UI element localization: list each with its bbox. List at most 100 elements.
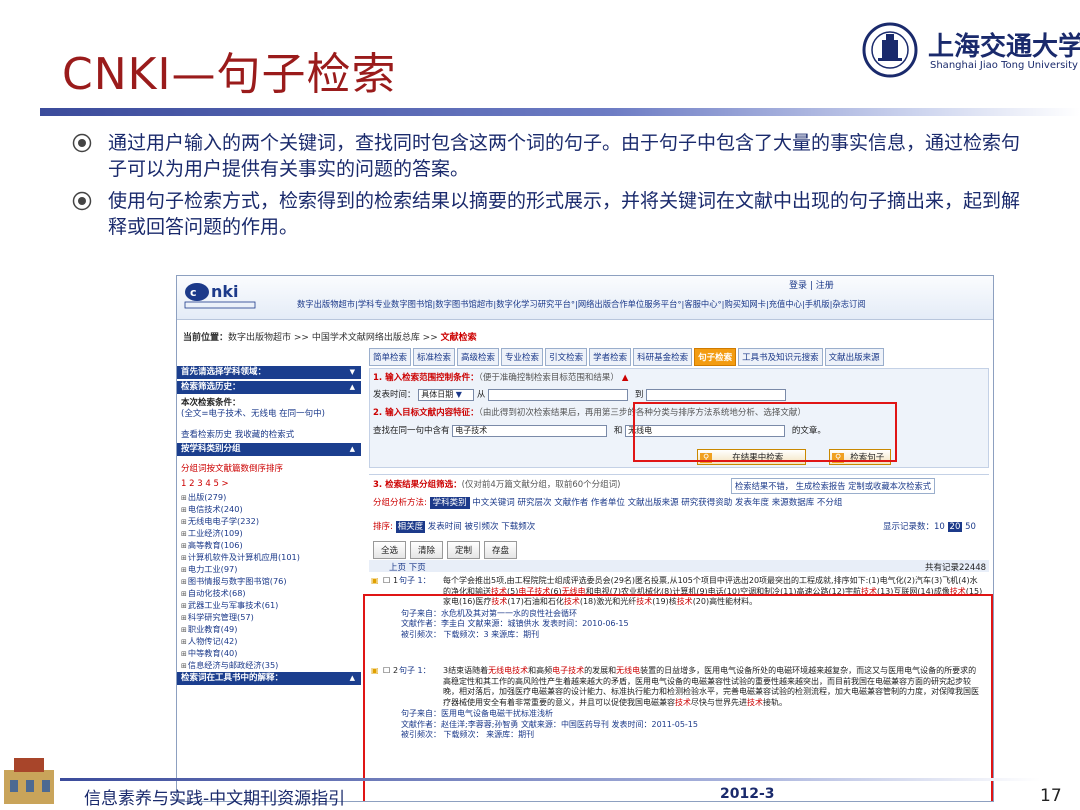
display-count-50[interactable]: 50: [965, 522, 976, 532]
list-item[interactable]: 计算机软件及计算机应用(101): [181, 552, 361, 564]
list-item[interactable]: 职业教育(49): [181, 624, 361, 636]
svg-text:nki: nki: [211, 282, 239, 301]
bullet-text: 通过用户输入的两个关键词，查找同时包含这两个词的句子。由于句子中包含了大量的事实…: [108, 132, 1021, 180]
search-tabs: 简单检索 标准检索 高级检索 专业检索 引文检索 学者检索 科研基金检索 句子检…: [369, 348, 884, 366]
tab-sources[interactable]: 文献出版来源: [824, 348, 884, 366]
list-item[interactable]: 图书情报与数字图书馆(76): [181, 576, 361, 588]
collapse-up-icon[interactable]: ▲: [350, 381, 355, 394]
and-label: 和: [613, 426, 623, 436]
sort-links[interactable]: 发表时间 被引频次 下载频次: [428, 522, 535, 532]
tab-professional[interactable]: 专业检索: [501, 348, 544, 366]
breadcrumb: 当前位置：数字出版物超市 >> 中国学术文献网络出版总库 >> 文献检索: [183, 330, 477, 343]
clear-button[interactable]: 清除: [410, 541, 444, 559]
date-row: 发表时间： 具体日期 ▼ 从 到: [373, 388, 787, 401]
list-item[interactable]: 中等教育(40): [181, 648, 361, 660]
group-subject-active[interactable]: 学科类别: [429, 497, 470, 509]
search-condition-label: 本次检索条件：: [181, 398, 241, 408]
search-condition: 本次检索条件： (全文=电子技术、无线电 在同一句中): [177, 396, 361, 422]
date-to-input[interactable]: [646, 388, 787, 401]
tab-citation[interactable]: 引文检索: [545, 348, 588, 366]
collapse-up-icon[interactable]: ▲: [350, 672, 355, 685]
tab-advanced[interactable]: 高级检索: [457, 348, 500, 366]
tab-reference-books[interactable]: 工具书及知识元搜索: [738, 348, 823, 366]
date-type-value: 具体日期: [421, 389, 454, 399]
date-from-input[interactable]: [488, 388, 629, 401]
group-methods: 分组分析方法: 学科类别 中文关键词 研究层次 文献作者 作者单位 文献出版来源…: [373, 496, 842, 509]
cnki-logo[interactable]: c nki: [183, 280, 295, 316]
list-item[interactable]: 人物传记(42): [181, 636, 361, 648]
svg-text:c: c: [190, 286, 197, 299]
breadcrumb-path[interactable]: 数字出版物超市 >> 中国学术文献网络出版总库 >>: [228, 333, 441, 343]
sidebar-head-reference[interactable]: 检索词在工具书中的解释： ▲: [177, 672, 361, 685]
slide-title: CNKI—句子检索: [62, 49, 397, 100]
step2-label: 2. 输入目标文献内容特征：: [373, 408, 479, 418]
list-item[interactable]: 工业经济(109): [181, 528, 361, 540]
sidebar-head-subject[interactable]: 首先请选择学科领域： ▼: [177, 366, 361, 379]
step1-note: （便于准确控制检索目标范围和结果）: [478, 373, 619, 383]
footer-date: 2012-3: [720, 786, 775, 802]
select-all-button[interactable]: 全选: [373, 541, 407, 559]
cnki-nav-links[interactable]: 数字出版物超市|学科专业数字图书馆|数字图书馆超市|数字化学习研究平台°|网络出…: [297, 298, 866, 310]
list-item[interactable]: 自动化技术(68): [181, 588, 361, 600]
title-divider: [40, 108, 1080, 116]
group-pages[interactable]: 1 2 3 4 5 >: [177, 477, 361, 492]
to-label: 到: [634, 390, 644, 400]
list-item[interactable]: 出版(279): [181, 492, 361, 504]
list-item[interactable]: 高等教育(106): [181, 540, 361, 552]
sort-relevance-active[interactable]: 相关度: [395, 521, 426, 533]
list-item[interactable]: 信息经济与邮政经济(35): [181, 660, 361, 672]
breadcrumb-prefix: 当前位置：: [183, 333, 229, 343]
tab-simple[interactable]: 简单检索: [369, 348, 412, 366]
search-condition-value: (全文=电子技术、无线电 在同一句中): [181, 409, 325, 419]
step3-note: (仅对前4万篇文献分组，取前60个分组词): [461, 480, 621, 490]
footer-course-title: 信息素养与实践-中文期刊资源指引: [84, 789, 346, 809]
sidebar-head-history[interactable]: 检索筛选历史： ▲: [177, 381, 361, 394]
list-item[interactable]: 武器工业与军事技术(61): [181, 600, 361, 612]
sidebar-head-category[interactable]: 按学科类别分组 ▲: [177, 443, 361, 456]
collapse-down-icon[interactable]: ▼: [350, 366, 355, 379]
pager-links[interactable]: 上页 下页: [389, 561, 426, 573]
tab-sentence[interactable]: 句子检索: [694, 348, 737, 366]
list-item[interactable]: 电信技术(240): [181, 504, 361, 516]
footer-building-icon: [4, 758, 54, 804]
list-item[interactable]: 电力工业(97): [181, 564, 361, 576]
step3-label: 3. 检索结果分组筛选：: [373, 480, 462, 490]
step3-heading: 3. 检索结果分组筛选：(仅对前4万篇文献分组，取前60个分组词): [373, 478, 620, 490]
bullet-item: 使用句子检索方式，检索得到的检索结果以摘要的形式展示，并将关键词在文献中出现的句…: [72, 188, 1032, 240]
sjtu-seal-icon: [862, 22, 918, 78]
cnki-logo-icon: c nki: [184, 282, 256, 309]
group-method-links[interactable]: 中文关键词 研究层次 文献作者 作者单位 文献出版来源 研究获得资助 发表年度 …: [472, 498, 842, 508]
logo-english-name: Shanghai Jiao Tong University: [930, 60, 1078, 71]
from-label: 从: [476, 390, 486, 400]
tab-scholar[interactable]: 学者检索: [589, 348, 632, 366]
category-list: 出版(279) 电信技术(240) 无线电电子学(232) 工业经济(109) …: [177, 492, 361, 672]
highlight-box-results: [363, 594, 993, 801]
sidebar-head-label: 按学科类别分组: [181, 444, 241, 454]
display-count: 显示记录数：10 20 50: [883, 520, 976, 532]
bullet-text: 使用句子检索方式，检索得到的检索结果以摘要的形式展示，并将关键词在文献中出现的句…: [108, 190, 1021, 238]
sidebar-head-label: 检索筛选历史：: [181, 382, 241, 392]
pager-bar: [369, 560, 989, 572]
collapse-up-icon[interactable]: ▲: [350, 443, 355, 456]
total-records: 共有记录22448: [925, 563, 987, 573]
sidebar-head-label: 首先请选择学科领域：: [181, 367, 267, 377]
tab-fund[interactable]: 科研基金检索: [633, 348, 693, 366]
login-links[interactable]: 登录 | 注册: [789, 278, 834, 291]
history-links[interactable]: 查看检索历史 我收藏的检索式: [177, 428, 361, 443]
highlight-box-keywords: [633, 402, 897, 462]
keyword1-input[interactable]: 电子技术: [452, 424, 608, 437]
university-logo: 上海交通大学 Shanghai Jiao Tong University: [862, 22, 1080, 82]
custom-button[interactable]: 定制: [447, 541, 481, 559]
save-button[interactable]: 存盘: [484, 541, 518, 559]
list-item[interactable]: 科学研究管理(57): [181, 612, 361, 624]
collapse-up-icon[interactable]: ▲: [622, 373, 629, 383]
cnki-sidebar: 首先请选择学科领域： ▼ 检索筛选历史： ▲ 本次检索条件： (全文=电子技术、无线电…: [177, 366, 361, 801]
list-item[interactable]: 无线电电子学(232): [181, 516, 361, 528]
display-count-active[interactable]: 20: [947, 522, 963, 532]
sort-row: 排序: 相关度 发表时间 被引频次 下载频次: [373, 520, 535, 533]
display-count-label[interactable]: 显示记录数：10: [883, 522, 945, 532]
report-links[interactable]: 检索结果不错， 生成检索报告 定制或收藏本次检索式: [731, 478, 936, 494]
cnki-screenshot: c nki 登录 | 注册 数字出版物超市|学科专业数字图书馆|数字图书馆超市|…: [176, 275, 994, 802]
date-type-select[interactable]: 具体日期 ▼: [418, 388, 475, 401]
tab-standard[interactable]: 标准检索: [413, 348, 456, 366]
